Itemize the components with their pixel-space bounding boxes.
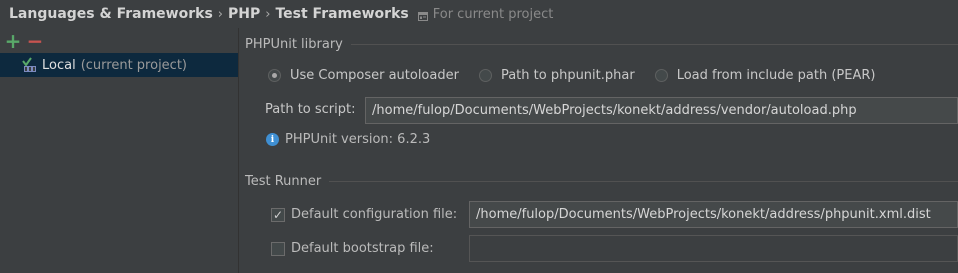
path-to-script-input[interactable]: /home/fulop/Documents/WebProjects/konekt… — [365, 97, 958, 124]
radio-button[interactable] — [478, 69, 492, 82]
default-bootstrap-checkbox[interactable] — [271, 241, 285, 256]
php-interpreter-icon — [22, 57, 38, 73]
remove-icon[interactable]: − — [27, 31, 44, 51]
radio-label: Path to phpunit.phar — [500, 68, 635, 83]
info-icon: i — [266, 133, 279, 146]
radio-phpunit-phar[interactable]: Path to phpunit.phar — [478, 68, 635, 83]
section-title: Test Runner — [245, 174, 322, 189]
breadcrumb-item-php[interactable]: PHP — [228, 6, 260, 22]
default-config-label: Default configuration file: — [291, 207, 458, 222]
radio-label: Use Composer autoloader — [290, 68, 459, 83]
default-bootstrap-label: Default bootstrap file: — [291, 241, 434, 256]
radio-composer-autoloader[interactable]: Use Composer autoloader — [268, 68, 459, 83]
add-icon[interactable]: + — [5, 31, 22, 51]
list-toolbar: + − — [0, 28, 238, 53]
list-item-local[interactable]: Local (current project) — [0, 53, 238, 77]
project-scope-icon — [417, 10, 428, 21]
breadcrumb-separator: › — [217, 6, 223, 22]
breadcrumb: Languages & Frameworks › PHP › Test Fram… — [0, 0, 958, 28]
list-item-note: (current project) — [80, 57, 187, 73]
test-runner-section: Test Runner — [245, 174, 958, 189]
phpunit-source-options: Use Composer autoloader Path to phpunit.… — [268, 68, 895, 83]
radio-button[interactable] — [654, 69, 668, 82]
section-divider — [350, 44, 958, 45]
breadcrumb-item-test-frameworks: Test Frameworks — [275, 6, 409, 22]
default-config-checkbox[interactable]: ✓ — [271, 207, 285, 222]
phpunit-version-text: PHPUnit version: 6.2.3 — [285, 132, 431, 147]
radio-button[interactable] — [268, 69, 281, 82]
list-item-label: Local — [42, 57, 76, 73]
breadcrumb-item-languages[interactable]: Languages & Frameworks — [9, 6, 213, 22]
phpunit-version-info: i PHPUnit version: 6.2.3 — [266, 132, 430, 147]
radio-include-path[interactable]: Load from include path (PEAR) — [654, 68, 876, 83]
path-to-script-label: Path to script: — [265, 102, 356, 117]
default-bootstrap-input[interactable] — [469, 235, 958, 262]
scope-label: For current project — [432, 6, 554, 22]
default-bootstrap-checkbox-row[interactable]: Default bootstrap file: — [271, 241, 434, 256]
section-divider — [329, 181, 958, 182]
radio-label: Load from include path (PEAR) — [676, 68, 876, 83]
default-config-input[interactable]: /home/fulop/Documents/WebProjects/konekt… — [469, 201, 958, 228]
default-config-checkbox-row[interactable]: ✓ Default configuration file: — [271, 207, 457, 222]
section-title: PHPUnit library — [245, 37, 343, 52]
interpreter-list-panel: + − Local (current project) — [0, 28, 239, 273]
phpunit-library-section: PHPUnit library — [245, 37, 958, 52]
breadcrumb-separator: › — [265, 6, 271, 22]
radio-selected-dot — [272, 73, 277, 78]
settings-panel: PHPUnit library Use Composer autoloader … — [240, 28, 958, 273]
